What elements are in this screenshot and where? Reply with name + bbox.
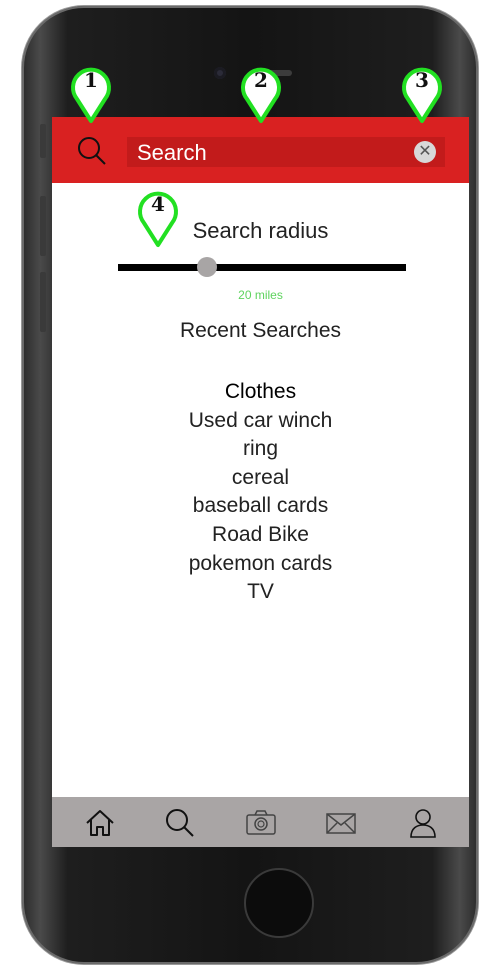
annotation-marker-2: 2 [237, 63, 285, 125]
tab-bar [52, 797, 469, 847]
recent-search-item[interactable]: Clothes [52, 378, 469, 407]
camera-icon[interactable] [244, 806, 278, 840]
annotation-marker-1: 1 [67, 63, 115, 125]
user-icon[interactable] [406, 806, 440, 840]
app-screen: Search ✕ Search radius 20 miles Recent S… [52, 117, 469, 847]
recent-search-item[interactable]: ring [52, 435, 469, 464]
search-icon[interactable] [76, 135, 108, 167]
home-icon[interactable] [83, 806, 117, 840]
recent-searches-list: Clothes Used car winch ring cereal baseball … [52, 378, 469, 607]
annotation-number: 1 [84, 68, 98, 92]
recent-search-item[interactable]: cereal [52, 464, 469, 493]
front-camera [214, 67, 226, 79]
search-input[interactable]: Search ✕ [127, 137, 445, 167]
search-radius-label: Search radius [192, 218, 329, 243]
annotation-number: 4 [151, 192, 165, 216]
radius-slider-thumb[interactable] [197, 257, 218, 277]
annotation-number: 3 [415, 68, 429, 92]
volume-down-button [40, 272, 46, 332]
recent-search-item[interactable]: Used car winch [52, 407, 469, 436]
recent-search-item[interactable]: TV [52, 578, 469, 607]
annotation-marker-3: 3 [398, 63, 446, 125]
radius-value: 20 miles [238, 288, 283, 302]
search-placeholder: Search [137, 140, 207, 165]
recent-search-item[interactable]: pokemon cards [52, 550, 469, 579]
recent-search-item[interactable]: baseball cards [52, 492, 469, 521]
mute-switch [40, 124, 46, 158]
search-header: Search ✕ [52, 117, 469, 183]
recent-search-item[interactable]: Road Bike [52, 521, 469, 550]
close-icon[interactable]: ✕ [414, 141, 436, 163]
mail-icon[interactable] [324, 806, 358, 840]
volume-up-button [40, 196, 46, 256]
radius-slider-track[interactable] [118, 264, 406, 271]
home-button[interactable] [244, 868, 314, 938]
recent-searches-title: Recent Searches [179, 319, 342, 342]
annotation-marker-4: 4 [134, 187, 182, 249]
annotation-number: 2 [254, 68, 268, 92]
search-icon[interactable] [163, 806, 197, 840]
